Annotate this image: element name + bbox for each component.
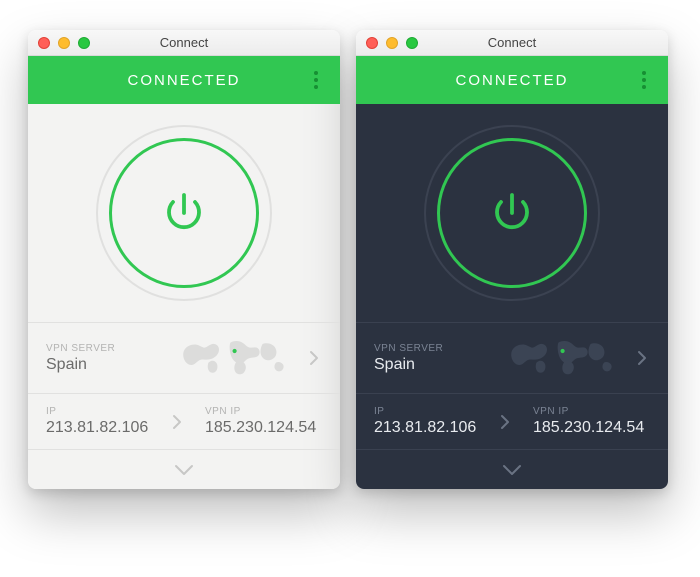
- ip-row: IP 213.81.82.106 VPN IP 185.230.124.54: [356, 393, 668, 449]
- main-panel: VPN SERVER Spain: [356, 104, 668, 489]
- close-icon[interactable]: [38, 37, 50, 49]
- ip-block: IP 213.81.82.106: [374, 406, 491, 437]
- minimize-icon[interactable]: [386, 37, 398, 49]
- server-row[interactable]: VPN SERVER Spain: [356, 322, 668, 393]
- server-text: VPN SERVER Spain: [374, 343, 494, 374]
- ip-label: IP: [374, 406, 491, 417]
- expand-button[interactable]: [28, 449, 340, 489]
- close-icon[interactable]: [366, 37, 378, 49]
- server-text: VPN SERVER Spain: [46, 343, 166, 374]
- ip-value: 213.81.82.106: [374, 419, 491, 437]
- ip-label: IP: [46, 406, 163, 417]
- chevron-right-icon: [306, 350, 322, 366]
- power-button[interactable]: [437, 138, 587, 288]
- kebab-dot-icon: [314, 78, 318, 82]
- chevron-down-icon: [173, 463, 195, 477]
- vpn-ip-label: VPN IP: [533, 406, 650, 417]
- server-value: Spain: [374, 356, 494, 374]
- kebab-dot-icon: [642, 71, 646, 75]
- app-window-dark: Connect CONNECTED: [356, 30, 668, 489]
- vpn-ip-block: VPN IP 185.230.124.54: [191, 406, 322, 437]
- vpn-ip-value: 185.230.124.54: [205, 419, 322, 437]
- ip-block: IP 213.81.82.106: [46, 406, 163, 437]
- power-icon: [488, 189, 536, 237]
- power-area: [28, 104, 340, 322]
- maximize-icon[interactable]: [78, 37, 90, 49]
- server-row[interactable]: VPN SERVER Spain: [28, 322, 340, 393]
- server-value: Spain: [46, 356, 166, 374]
- vpn-ip-value: 185.230.124.54: [533, 419, 650, 437]
- chevron-down-icon: [501, 463, 523, 477]
- menu-button[interactable]: [306, 56, 326, 104]
- menu-button[interactable]: [634, 56, 654, 104]
- traffic-lights: [366, 37, 418, 49]
- expand-button[interactable]: [356, 449, 668, 489]
- main-panel: VPN SERVER Spain: [28, 104, 340, 489]
- traffic-lights: [38, 37, 90, 49]
- world-map-icon: [180, 335, 292, 381]
- kebab-dot-icon: [642, 78, 646, 82]
- power-button[interactable]: [109, 138, 259, 288]
- connection-status: CONNECTED: [127, 72, 240, 89]
- vpn-ip-label: VPN IP: [205, 406, 322, 417]
- ip-row: IP 213.81.82.106 VPN IP 185.230.124.54: [28, 393, 340, 449]
- minimize-icon[interactable]: [58, 37, 70, 49]
- titlebar: Connect: [28, 30, 340, 56]
- app-window-light: Connect CONNECTED: [28, 30, 340, 489]
- status-bar: CONNECTED: [356, 56, 668, 104]
- kebab-dot-icon: [314, 71, 318, 75]
- kebab-dot-icon: [314, 85, 318, 89]
- arrow-right-icon: [169, 414, 185, 430]
- world-map-icon: [508, 335, 620, 381]
- titlebar: Connect: [356, 30, 668, 56]
- window-title: Connect: [160, 35, 208, 50]
- maximize-icon[interactable]: [406, 37, 418, 49]
- server-label: VPN SERVER: [374, 343, 494, 354]
- connection-status: CONNECTED: [455, 72, 568, 89]
- ip-value: 213.81.82.106: [46, 419, 163, 437]
- power-area: [356, 104, 668, 322]
- chevron-right-icon: [634, 350, 650, 366]
- server-label: VPN SERVER: [46, 343, 166, 354]
- vpn-ip-block: VPN IP 185.230.124.54: [519, 406, 650, 437]
- arrow-right-icon: [497, 414, 513, 430]
- status-bar: CONNECTED: [28, 56, 340, 104]
- window-title: Connect: [488, 35, 536, 50]
- power-icon: [160, 189, 208, 237]
- kebab-dot-icon: [642, 85, 646, 89]
